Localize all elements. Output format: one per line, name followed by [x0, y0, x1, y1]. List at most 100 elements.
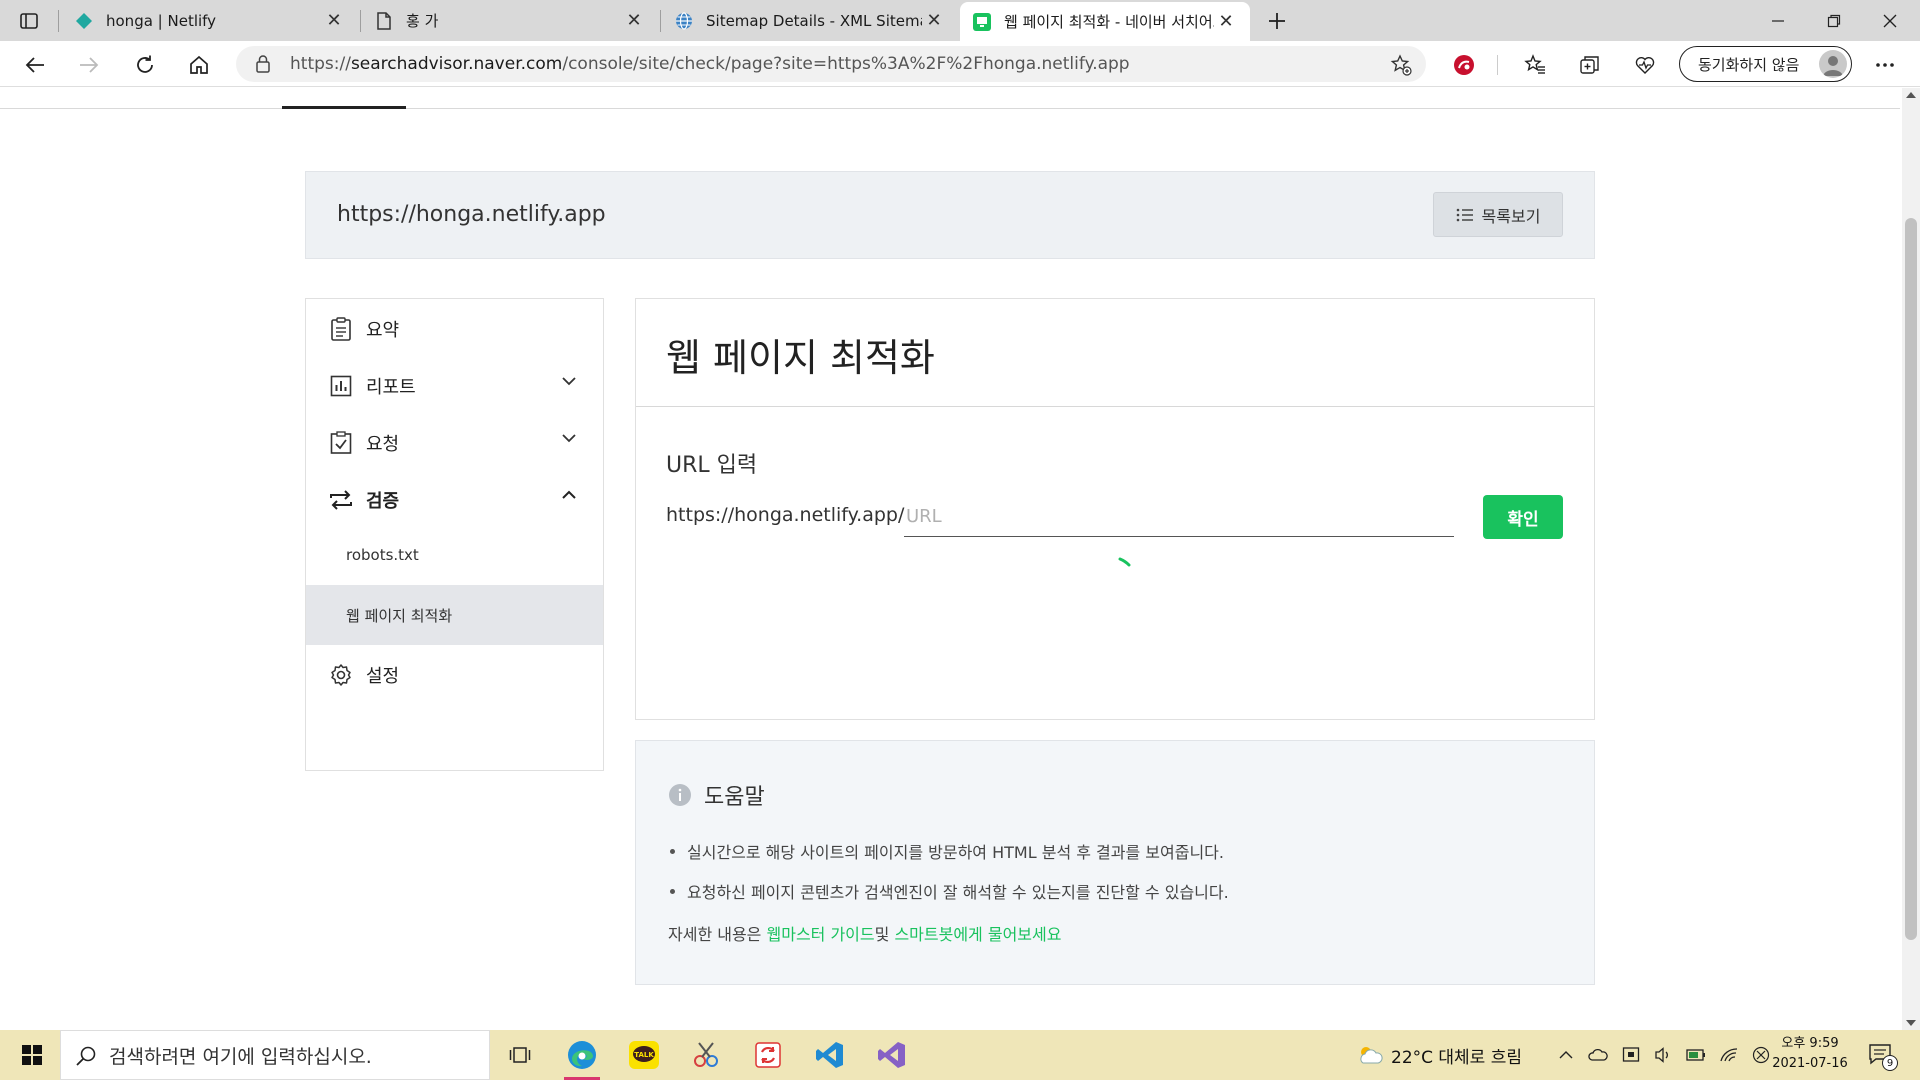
close-icon — [1883, 14, 1897, 28]
document-icon — [374, 11, 394, 31]
visual-studio-icon — [877, 1040, 907, 1070]
notification-icon: 9 — [1868, 1043, 1898, 1071]
sidebar-subitem-robots[interactable]: robots.txt — [306, 525, 603, 585]
extension-button[interactable] — [1447, 48, 1481, 82]
start-button[interactable] — [8, 1035, 56, 1075]
gear-icon — [328, 662, 354, 688]
back-button[interactable] — [18, 48, 52, 82]
address-bar[interactable]: https://searchadvisor.naver.com/console/… — [236, 46, 1426, 82]
sidebar-item-label: 설정 — [366, 666, 400, 687]
collections-icon — [1579, 54, 1601, 76]
page-title: 웹 페이지 최적화 — [666, 336, 935, 380]
sidebar-item-report[interactable]: 리포트 — [306, 356, 603, 416]
task-view-button[interactable] — [496, 1035, 544, 1075]
browser-tab-strip: honga | Netlify ✕ 홍 가 ✕ Sitemap Details … — [0, 0, 1920, 41]
onedrive-icon[interactable] — [1588, 1047, 1608, 1063]
taskbar-visual-studio[interactable] — [868, 1035, 916, 1075]
refresh-icon — [134, 54, 156, 76]
kakaotalk-icon: TALK — [628, 1040, 660, 1070]
tab-web-page-optimization[interactable]: 웹 페이지 최적화 - 네이버 서치어드 ✕ — [960, 2, 1250, 41]
sidebar-subitem-web-page-optimization[interactable]: 웹 페이지 최적화 — [306, 585, 603, 645]
scroll-down-icon[interactable] — [1906, 1020, 1916, 1026]
add-favorite-icon[interactable] — [1390, 54, 1412, 76]
sidebar-item-label: 요청 — [366, 434, 400, 455]
close-window-button[interactable] — [1862, 0, 1918, 41]
info-icon — [668, 783, 692, 807]
settings-more-button[interactable] — [1868, 48, 1902, 82]
page-scrollbar[interactable] — [1902, 88, 1920, 1030]
browser-toolbar: https://searchadvisor.naver.com/console/… — [0, 41, 1920, 87]
chevron-up-icon[interactable] — [1558, 1050, 1574, 1060]
arrow-right-icon — [78, 54, 100, 76]
lock-icon[interactable] — [254, 54, 272, 74]
url-prefix: https://honga.netlify.app/ — [666, 504, 905, 526]
sidebar-item-request[interactable]: 요청 — [306, 413, 603, 473]
taskbar-snipping-tool[interactable] — [682, 1035, 730, 1075]
favorites-button[interactable] — [1518, 48, 1552, 82]
tab-title: Sitemap Details - XML Sitemaps — [706, 11, 922, 30]
clipboard-icon — [328, 316, 354, 342]
close-tab-icon[interactable]: ✕ — [322, 9, 346, 33]
restore-button[interactable] — [1806, 0, 1862, 41]
battery-icon[interactable] — [1686, 1048, 1706, 1062]
list-item: 요청하신 페이지 콘텐츠가 검색엔진이 잘 해석할 수 있는지를 진단할 수 있… — [668, 871, 1229, 911]
profile-sync-button[interactable]: 동기화하지 않음 — [1679, 46, 1852, 82]
network-adapter-icon[interactable] — [1622, 1046, 1640, 1064]
sidebar-item-settings[interactable]: 설정 — [306, 645, 603, 705]
tab-document[interactable]: 홍 가 ✕ — [362, 0, 658, 41]
help-title: 도움말 — [668, 779, 765, 811]
taskbar-edge[interactable] — [558, 1035, 606, 1080]
site-url: https://honga.netlify.app — [337, 202, 606, 227]
chevron-down-icon — [561, 433, 577, 443]
url-input-label: URL 입력 — [666, 453, 758, 478]
confirm-button[interactable]: 확인 — [1483, 495, 1563, 539]
notification-center-button[interactable]: 9 — [1868, 1030, 1898, 1080]
arrow-left-icon — [24, 54, 46, 76]
scrollbar-thumb[interactable] — [1905, 218, 1917, 940]
plus-icon — [1267, 11, 1287, 31]
list-view-label: 목록보기 — [1481, 206, 1541, 226]
tab-sitemap-details[interactable]: Sitemap Details - XML Sitemaps ✕ — [662, 0, 958, 41]
tab-actions-icon — [19, 11, 39, 31]
home-icon — [188, 54, 210, 76]
close-tab-icon[interactable]: ✕ — [1214, 10, 1238, 34]
taskbar-clock[interactable]: 오후 9:59 2021-07-16 — [1765, 1034, 1855, 1074]
help-list: 실시간으로 해당 사이트의 페이지를 방문하여 HTML 분석 후 결과를 보여… — [668, 831, 1229, 911]
extension-red-icon — [1452, 53, 1476, 77]
chevron-down-icon — [561, 376, 577, 386]
webmaster-guide-link[interactable]: 웹마스터 가이드 — [767, 925, 875, 944]
tab-netlify[interactable]: honga | Netlify ✕ — [62, 0, 358, 41]
collections-button[interactable] — [1573, 48, 1607, 82]
page-viewport: https://honga.netlify.app 목록보기 요약 리포트 요청… — [0, 88, 1920, 1030]
smartbot-link[interactable]: 스마트봇에게 물어보세요 — [894, 925, 1061, 944]
refresh-button[interactable] — [128, 48, 162, 82]
taskbar-kakaotalk[interactable]: TALK — [620, 1035, 668, 1075]
scroll-up-icon[interactable] — [1906, 92, 1916, 98]
sidebar-item-verification[interactable]: 검증 — [306, 470, 603, 530]
close-tab-icon[interactable]: ✕ — [922, 9, 946, 33]
taskbar-vscode[interactable] — [806, 1035, 854, 1075]
new-tab-button[interactable] — [1260, 4, 1294, 38]
volume-icon[interactable] — [1654, 1047, 1672, 1063]
notification-count-badge: 9 — [1882, 1055, 1898, 1071]
loading-spinner-icon — [1118, 557, 1132, 567]
performance-button[interactable] — [1628, 48, 1662, 82]
sidebar-item-label: 리포트 — [366, 377, 416, 398]
taskbar-search-box[interactable]: 검색하려면 여기에 입력하십시오. — [60, 1030, 490, 1080]
netlify-icon — [74, 11, 94, 31]
system-tray — [1558, 1030, 1770, 1080]
minimize-button[interactable] — [1750, 0, 1806, 41]
wifi-icon[interactable] — [1720, 1047, 1738, 1063]
forward-button[interactable] — [72, 48, 106, 82]
home-button[interactable] — [182, 48, 216, 82]
close-tab-icon[interactable]: ✕ — [622, 9, 646, 33]
web-page-optimization-panel: 웹 페이지 최적화 URL 입력 https://honga.netlify.a… — [635, 298, 1595, 720]
url-input[interactable] — [904, 497, 1454, 537]
bar-chart-icon — [328, 373, 354, 399]
list-view-button[interactable]: 목록보기 — [1433, 192, 1563, 237]
tab-actions-button[interactable] — [12, 4, 46, 38]
weather-widget[interactable]: 22°C 대체로 흐림 — [1355, 1030, 1522, 1080]
minimize-icon — [1771, 14, 1785, 28]
sidebar-item-summary[interactable]: 요약 — [306, 299, 603, 359]
taskbar-sync-app[interactable] — [744, 1035, 792, 1075]
